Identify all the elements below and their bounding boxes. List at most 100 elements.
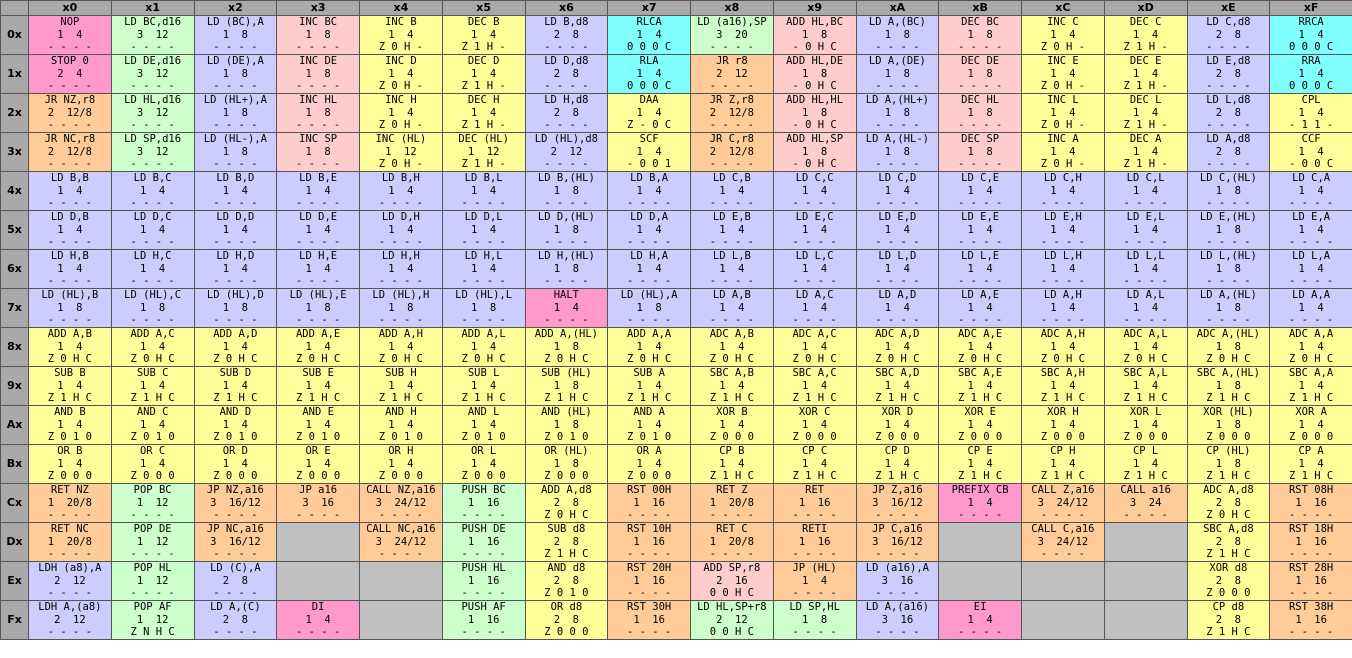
opcode-cell: ADD HL,SP 1 8- 0 H C [772, 132, 857, 172]
opcode-cell: RLCA 1 40 0 0 C [607, 15, 691, 55]
opcode-mnemonic: INC C [1047, 16, 1079, 29]
opcode-mnemonic [278, 524, 359, 536]
opcode-mnemonic: JP C,a16 [872, 523, 923, 536]
opcode-length-cycles: 1 4 [801, 340, 828, 353]
opcode-flags: Z 1 H C [1123, 392, 1168, 405]
opcode-cell: RETI 1 16- - - - [772, 522, 857, 562]
opcode-length-cycles: 3 24/12 [375, 496, 427, 509]
opcode-cell: LD E,C 1 4- - - - [772, 210, 857, 250]
opcode-flags: - - - - [47, 548, 92, 561]
opcode-length-cycles: 1 4 [388, 457, 414, 470]
opcode-length-cycles: 1 4 [1050, 418, 1076, 431]
table-body: 0x NOP 1 4- - - - LD BC,d16 3 12- - - - LD (B… [0, 15, 1352, 640]
opcode-flags: Z 1 H - [1123, 119, 1168, 132]
opcode-flags: - - - - [213, 236, 258, 249]
opcode-flags: Z 0 H - [378, 158, 423, 171]
opcode-flags: Z 1 H C [1288, 392, 1334, 405]
opcode-mnemonic: XOR B [716, 406, 748, 419]
opcode-mnemonic: SBC A,H [1040, 367, 1085, 380]
opcode-flags: - - - - [792, 626, 837, 639]
opcode-cell: SBC A,B 1 4Z 1 H C [690, 366, 774, 406]
opcode-cell: LD DE,d16 3 12- - - - [110, 54, 195, 94]
opcode-length-cycles: 1 4 [139, 340, 166, 353]
opcode-length-cycles: 1 4 [1298, 184, 1324, 197]
opcode-flags: Z 0 H C [1288, 353, 1334, 366]
opcode-length-cycles: 1 4 [719, 457, 745, 470]
opcode-flags: Z 0 0 0 [461, 470, 506, 483]
opcode-length-cycles: 1 4 [222, 379, 249, 392]
opcode-mnemonic: POP DE [133, 523, 172, 536]
opcode-cell: LD A,D 1 4- - - - [855, 288, 940, 328]
opcode-mnemonic: LD L,E [961, 250, 1000, 263]
opcode-mnemonic: SBC A,L [1123, 367, 1168, 380]
opcode-mnemonic: LD A,(a16) [865, 601, 929, 614]
opcode-mnemonic: XOR C [798, 406, 831, 419]
opcode-length-cycles: 1 4 [884, 301, 911, 314]
opcode-cell: LD HL,d16 3 12- - - - [110, 93, 195, 133]
opcode-length-cycles: 1 4 [636, 379, 662, 392]
opcode-length-cycles: 1 4 [470, 223, 497, 236]
opcode-flags: Z 1 H - [1123, 158, 1168, 171]
opcode-mnemonic: RET [805, 484, 825, 497]
opcode-flags: - - - - [1288, 197, 1334, 210]
opcode-flags: - - - - [47, 236, 92, 249]
opcode-length-cycles: 2 8 [553, 496, 580, 509]
row-header-2x: 2x [0, 93, 29, 133]
opcode-cell: ADD A,L 1 4Z 0 H C [441, 327, 526, 367]
opcode-mnemonic: RET C [716, 523, 748, 536]
opcode-length-cycles: 1 4 [57, 418, 83, 431]
opcode-length-cycles: 1 4 [719, 223, 745, 236]
opcode-length-cycles: 1 16 [1295, 535, 1327, 548]
opcode-cell: LD B,d8 2 8- - - - [524, 15, 609, 55]
opcode-length-cycles [278, 536, 359, 549]
opcode-cell: AND (HL) 1 8Z 0 1 0 [524, 405, 609, 445]
opcode-mnemonic: LD (HL),L [455, 289, 513, 302]
opcode-mnemonic: ADC A,A [1288, 328, 1334, 341]
opcode-cell: ADC A,A 1 4Z 0 H C [1269, 327, 1352, 367]
opcode-cell: CALL C,a16 3 24/12- - - - [1021, 522, 1105, 562]
opcode-table: x0 x1 x2 x3 x4 x5 x6 x7 x8 x9 xA xB xC xD xE xF 0x NOP 1 … [0, 0, 1352, 640]
opcode-flags: - - - - [47, 80, 92, 93]
opcode-mnemonic: ADC A,(HL) [1196, 328, 1260, 341]
opcode-cell: SBC A,L 1 4Z 1 H C [1103, 366, 1188, 406]
opcode-mnemonic: LD L,(HL) [1199, 250, 1257, 263]
opcode-flags: - - - - [544, 80, 589, 93]
opcode-flags [360, 626, 441, 638]
opcode-length-cycles: 1 4 [1132, 340, 1159, 353]
opcode-length-cycles: 1 4 [967, 379, 993, 392]
opcode-flags: Z 1 H C [709, 392, 754, 405]
opcode-flags: Z 0 H C [544, 509, 589, 522]
opcode-flags: Z 1 H - [1123, 80, 1168, 93]
opcode-length-cycles: 2 8 [1215, 145, 1242, 158]
opcode-mnemonic: LD A,(HL+) [865, 94, 929, 107]
opcode-flags: - - - - [461, 236, 506, 249]
opcode-length-cycles: 1 8 [222, 28, 249, 41]
opcode-mnemonic: LD (HL),H [372, 289, 430, 302]
opcode-flags: Z 0 H - [1040, 119, 1085, 132]
opcode-length-cycles: 1 4 [1298, 457, 1324, 470]
opcode-cell: POP DE 1 12- - - - [110, 522, 195, 562]
opcode-mnemonic: SUB (HL) [541, 367, 592, 380]
opcode-mnemonic: LD (HL),C [124, 289, 182, 302]
opcode-mnemonic: LD (C),A [210, 562, 261, 575]
opcode-mnemonic: JP NZ,a16 [206, 484, 264, 497]
opcode-flags: Z 0 H C [709, 353, 754, 366]
opcode-mnemonic: AND D [219, 406, 252, 419]
opcode-mnemonic: SBC A,E [957, 367, 1003, 380]
opcode-flags: - - - - [709, 509, 754, 522]
opcode-length-cycles: 1 12 [136, 535, 169, 548]
opcode-cell: RST 10H 1 16- - - - [607, 522, 691, 562]
opcode-length-cycles: 1 8 [1215, 262, 1242, 275]
opcode-mnemonic: PREFIX CB [951, 484, 1009, 497]
opcode-flags: - - - - [130, 41, 175, 54]
opcode-mnemonic: LD (HL),D [206, 289, 264, 302]
opcode-length-cycles: 2 8 [1215, 67, 1242, 80]
opcode-length-cycles: 1 4 [388, 184, 414, 197]
column-header-x4: x4 [359, 0, 443, 16]
opcode-cell: PUSH HL 1 16- - - - [441, 561, 526, 601]
opcode-cell: ADD A,d8 2 8Z 0 H C [524, 483, 609, 523]
opcode-mnemonic: POP HL [133, 562, 172, 575]
opcode-cell: SBC A,d8 2 8Z 1 H C [1186, 522, 1271, 562]
opcode-flags: - - - - [1123, 275, 1168, 288]
opcode-cell: LD L,A 1 4- - - - [1269, 249, 1352, 289]
